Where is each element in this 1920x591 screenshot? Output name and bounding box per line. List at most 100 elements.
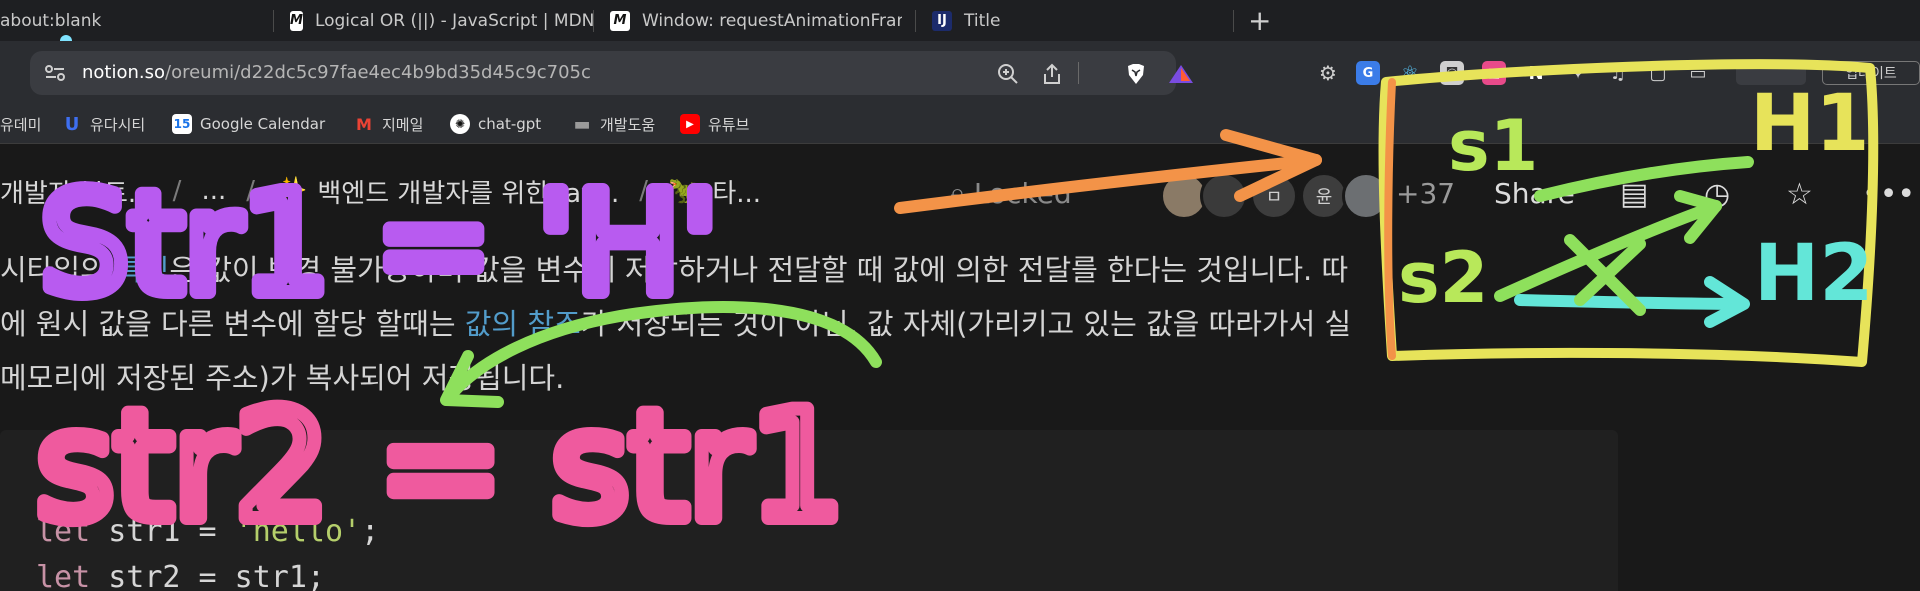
bookmark-label: 유튜브 [708, 115, 750, 134]
site-settings-icon[interactable] [44, 63, 66, 83]
breadcrumb-separator: / [639, 176, 648, 206]
tab-mdn-raf[interactable]: M Window: requestAnimationFrame() [610, 0, 916, 41]
mdn-icon: M [290, 10, 303, 31]
bookmark-udemy[interactable]: 유데미 [0, 113, 41, 135]
toolbar-divider [1078, 62, 1079, 84]
brave-rewards-icon[interactable] [1168, 63, 1194, 85]
code-string: 'hello' [234, 514, 362, 549]
zoom-icon[interactable] [996, 62, 1020, 86]
sparkles-icon: ✨ [275, 176, 308, 206]
avatar-initial: 윤 [1315, 187, 1333, 208]
bookmark-chat-gpt[interactable]: ✺ chat-gpt [450, 113, 541, 135]
react-devtools-icon[interactable]: ⚛ [1398, 61, 1422, 85]
google-translate-icon[interactable]: G [1356, 61, 1380, 85]
url-path: /oreumi/d22dc5c97fae4ec4b9bd35d45c9c705c [165, 62, 591, 83]
brave-shields-icon[interactable] [1124, 62, 1148, 86]
paragraph-text: 메모리에 저장된 주소)가 복사되어 저장됩니다. [0, 361, 565, 395]
breadcrumb-item[interactable]: 타... [712, 173, 761, 210]
code-line: let str1 = 'hello'; [36, 514, 379, 549]
highlighted-term: 값의 참조 [464, 307, 581, 341]
notion-extension-icon[interactable]: N [1524, 61, 1548, 85]
gear-extension-icon[interactable]: ⚙ [1316, 61, 1340, 85]
folder-icon: ▬ [573, 113, 591, 135]
calendar-icon: 15 [172, 114, 192, 134]
member-count[interactable]: +37 [1396, 177, 1455, 210]
bookmarks-bar: 유데미 U 유다시티 15 Google Calendar M 지메일 ✺ ch… [0, 105, 1920, 144]
mdn-icon: M [610, 10, 630, 31]
openai-icon: ✺ [450, 114, 470, 134]
youtube-icon: ▶ [680, 114, 700, 134]
avatar[interactable]: 윤 [1300, 172, 1348, 220]
paragraph-text: 시타입의 [0, 253, 116, 287]
bookmark-label: 개발도움 [600, 115, 656, 134]
tab-divider [593, 10, 594, 32]
tab-divider [915, 10, 916, 32]
highlighted-term: 특징 [115, 253, 170, 287]
breadcrumb-separator: / [172, 176, 182, 206]
paragraph-text: 에 원시 값을 다른 변수에 할당 할때는 [0, 307, 465, 341]
address-bar[interactable]: notion.so/oreumi/d22dc5c97fae4ec4b9bd35d… [30, 51, 1193, 95]
new-tab-button[interactable]: + [1248, 4, 1271, 37]
locked-indicator[interactable]: 🔒︎ Locked [950, 177, 1072, 211]
bookmark-folder-dev[interactable]: ▬ 개발도움 [572, 113, 655, 135]
paragraph-line: 시타입의 특징은 값이 변경 불가능하며 값을 변수에 저장하거나 전달할 때 … [0, 250, 1348, 290]
paragraph-text: 가 저장되는 것이 아닌, 값 자체(가리키고 있는 값을 따라가서 실 [580, 307, 1352, 341]
code-text: str2 = str1; [90, 560, 325, 591]
updates-icon[interactable]: ◷ [1704, 177, 1730, 212]
paragraph-text: 은 값이 변경 불가능하며 값을 변수에 저장하거나 전달할 때 값에 의한 전… [169, 253, 1349, 287]
lock-icon: 🔒︎ [950, 177, 965, 210]
avatar[interactable]: ㅁ [1250, 172, 1298, 220]
paragraph-line: 메모리에 저장된 주소)가 복사되어 저장됩니다. [0, 358, 564, 398]
code-text: ; [361, 514, 380, 549]
code-line: let str2 = str1; [36, 560, 325, 591]
bookmark-gmail[interactable]: M 지메일 [354, 113, 423, 135]
breadcrumb-item[interactable]: ... [201, 176, 226, 206]
avatar[interactable] [1342, 172, 1390, 220]
code-block[interactable]: let str1 = 'hello'; let str2 = str1; [0, 430, 1618, 591]
udacity-icon: U [64, 113, 80, 135]
tab-bar: about:blank M Logical OR (||) - JavaScri… [0, 0, 1920, 47]
bookmark-youtube[interactable]: ▶ 유튜브 [680, 113, 749, 135]
gmail-icon: M [356, 114, 372, 134]
url-host: notion.so [82, 62, 166, 83]
avatar[interactable] [1200, 172, 1248, 220]
share-page-icon[interactable] [1040, 62, 1064, 86]
update-button[interactable]: 업데이트 [1822, 61, 1920, 85]
dinosaur-icon: 🦖 [667, 176, 701, 206]
sidebar-icon[interactable]: ▢ [1646, 61, 1670, 85]
comments-icon[interactable]: ▤ [1620, 177, 1648, 212]
tab-about-blank[interactable]: about:blank [0, 0, 274, 41]
paragraph-line: 에 원시 값을 다른 변수에 할당 할때는 값의 참조가 저장되는 것이 아닌,… [0, 304, 1351, 344]
bookmark-label: 지메일 [382, 115, 424, 134]
code-keyword: let [36, 560, 91, 591]
puzzle-extensions-icon[interactable]: ✦ [1566, 61, 1590, 85]
profile-button[interactable] [1736, 61, 1806, 85]
locked-label: Locked [973, 177, 1072, 210]
tab-title: Logical OR (||) - JavaScript | MDN [314, 10, 594, 31]
media-icon[interactable]: ♫ [1606, 61, 1630, 85]
url-text[interactable]: notion.so/oreumi/d22dc5c97fae4ec4b9bd35d… [82, 62, 591, 83]
bookmark-label: chat-gpt [478, 115, 542, 133]
color-picker-icon[interactable]: ▦ [1482, 61, 1506, 85]
bookmark-label: Google Calendar [200, 115, 326, 133]
tab-title: Title [964, 10, 1001, 31]
tab-title-page[interactable]: IJ Title [932, 0, 1234, 41]
more-options-icon[interactable]: ••• [1862, 177, 1915, 212]
favorite-star-icon[interactable]: ☆ [1786, 177, 1813, 212]
code-text: str1 = [90, 514, 235, 549]
browser-toolbar: notion.so/oreumi/d22dc5c97fae4ec4b9bd35d… [0, 41, 1920, 105]
webstorm-icon: IJ [932, 10, 952, 31]
share-button[interactable]: Share [1494, 177, 1575, 210]
breadcrumb-item[interactable]: 개발자 부트... [0, 173, 153, 210]
breadcrumb: 개발자 부트... / ... / ✨ 백엔드 개발자를 위한 Jav... /… [0, 173, 761, 210]
bookmark-udacity[interactable]: U 유다시티 [62, 113, 146, 135]
breadcrumb-item[interactable]: 백엔드 개발자를 위한 Jav... [317, 173, 619, 210]
tab-divider [1233, 10, 1234, 32]
tab-mdn-logical-or[interactable]: M Logical OR (||) - JavaScript | MDN [290, 0, 594, 41]
camera-extension-icon[interactable]: ◙ [1440, 61, 1464, 85]
bookmark-google-calendar[interactable]: 15 Google Calendar [172, 113, 325, 135]
notion-page: 개발자 부트... / ... / ✨ 백엔드 개발자를 위한 Jav... /… [0, 144, 1920, 591]
bookmark-label: 유다시티 [90, 115, 146, 134]
bookmark-label: 유데미 [0, 115, 42, 134]
wallet-icon[interactable]: ▭ [1686, 61, 1710, 85]
